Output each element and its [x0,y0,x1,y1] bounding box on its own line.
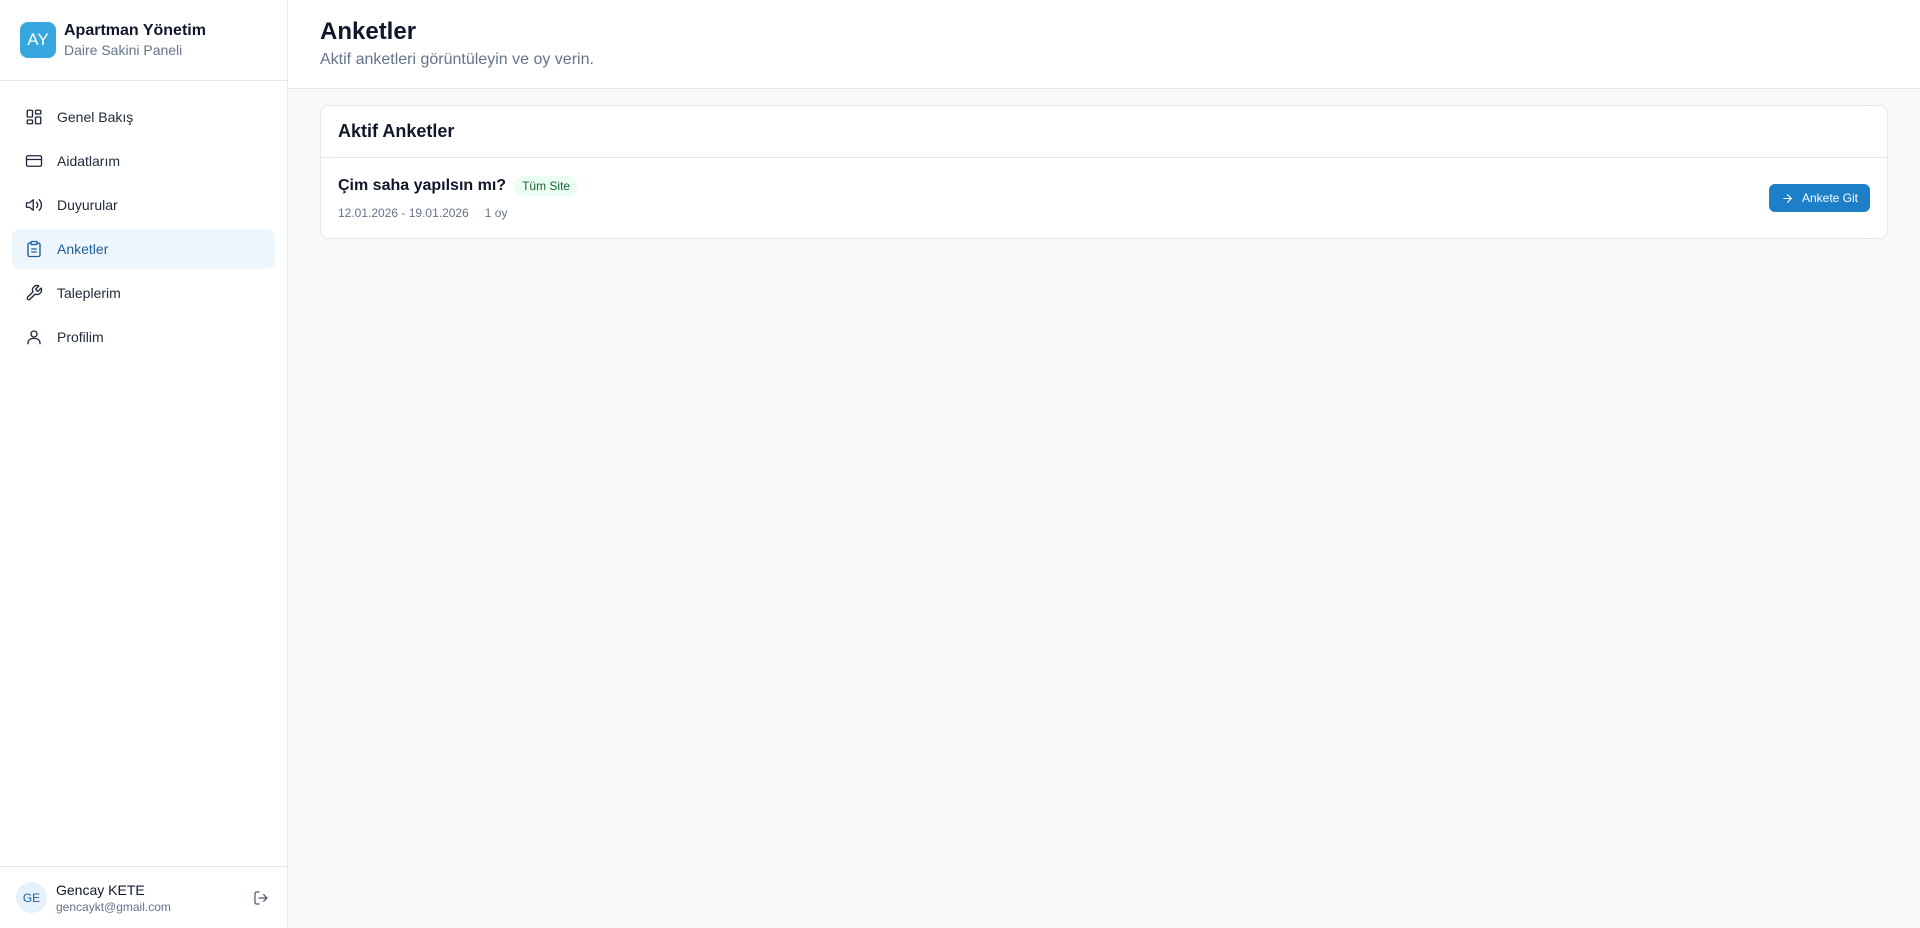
brand-text: Apartman Yönetim Daire Sakini Paneli [64,22,206,58]
sidebar-item-profilim[interactable]: Profilim [12,317,275,357]
sidebar-item-label: Duyurular [57,197,118,213]
poll-vote-count: 1 oy [484,206,508,220]
arrow-right-icon [1781,192,1794,205]
sidebar-item-label: Taleplerim [57,285,121,301]
wrench-icon [25,284,43,302]
user-name: Gencay KETE [56,881,145,898]
poll-date-range: 12.01.2026 - 19.01.2026 [338,206,469,220]
user-panel: GE Gencay KETE gencaykt@gmail.com [0,866,287,928]
credit-card-icon [25,152,43,170]
sidebar-item-anketler[interactable]: Anketler [12,229,275,269]
content: Aktif Anketler Çim saha yapılsın mı? Tüm… [288,89,1920,255]
logout-button[interactable] [251,888,271,908]
poll-title-row: Çim saha yapılsın mı? Tüm Site [338,176,579,196]
page-subtitle: Aktif anketleri görüntüleyin ve oy verin… [320,51,594,68]
go-to-poll-label: Ankete Git [1801,191,1858,205]
main-area: Anketler Aktif anketleri görüntüleyin ve… [288,0,1920,928]
card-header: Aktif Anketler [321,106,1887,158]
poll-title: Çim saha yapılsın mı? [338,177,507,194]
poll-meta: 12.01.2026 - 19.01.2026 1 oy [338,206,578,220]
brand-subtitle: Daire Sakini Paneli [64,42,183,58]
dashboard-icon [25,108,43,126]
logout-icon [253,890,269,906]
sidebar-item-label: Profilim [57,329,104,345]
page-header: Anketler Aktif anketleri görüntüleyin ve… [288,0,1920,89]
user-email: gencaykt@gmail.com [56,899,171,914]
megaphone-icon [25,196,43,214]
list-item: Çim saha yapılsın mı? Tüm Site 12.01.202… [321,158,1887,238]
sidebar-nav: Genel Bakış Aidatlarım Duyurular Anketle… [0,81,287,373]
user-info: Gencay KETE gencaykt@gmail.com [56,882,242,914]
avatar: GE [16,882,47,913]
brand-logo: AY [20,22,56,58]
clipboard-icon [25,240,43,258]
sidebar-item-label: Anketler [57,241,109,257]
poll-info: Çim saha yapılsın mı? Tüm Site 12.01.202… [338,176,579,220]
sidebar-item-label: Genel Bakış [57,109,134,125]
sidebar-item-label: Aidatlarım [57,153,121,169]
sidebar-item-genel-bakis[interactable]: Genel Bakış [12,97,275,137]
go-to-poll-button[interactable]: Ankete Git [1768,184,1870,212]
page-title: Anketler [320,18,417,45]
sidebar: AY Apartman Yönetim Daire Sakini Paneli … [0,0,288,928]
sidebar-item-taleplerim[interactable]: Taleplerim [12,273,275,313]
status-badge: Tüm Site [514,176,579,196]
brand-title: Apartman Yönetim [64,22,206,39]
active-polls-card: Aktif Anketler Çim saha yapılsın mı? Tüm… [320,105,1888,239]
user-icon [25,328,43,346]
sidebar-item-duyurular[interactable]: Duyurular [12,185,275,225]
brand: AY Apartman Yönetim Daire Sakini Paneli [0,0,287,81]
sidebar-item-aidatlarim[interactable]: Aidatlarım [12,141,275,181]
card-title: Aktif Anketler [338,121,455,141]
